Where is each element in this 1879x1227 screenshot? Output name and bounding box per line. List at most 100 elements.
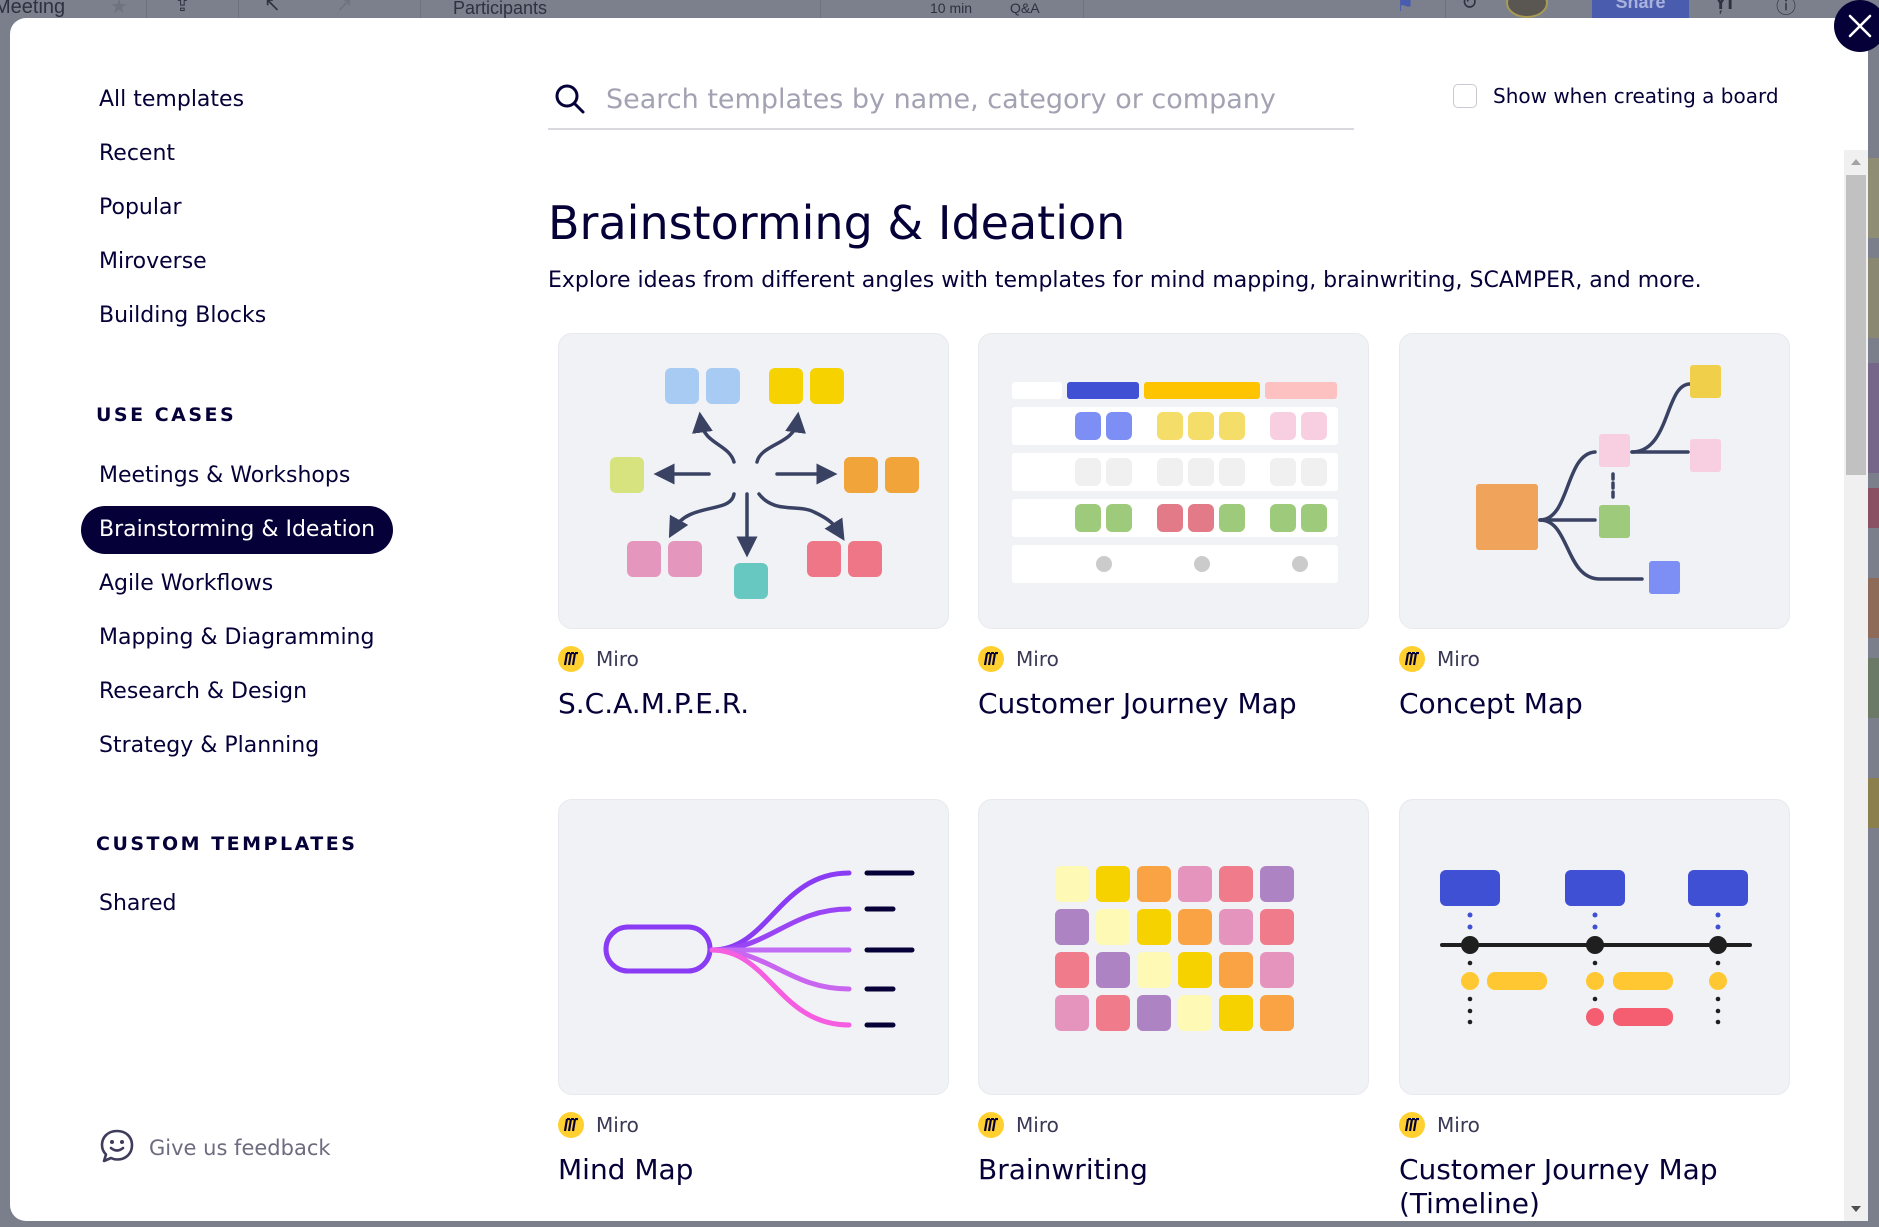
miro-logo-icon bbox=[978, 646, 1004, 672]
template-sidebar: All templates Recent Popular Miroverse B… bbox=[10, 18, 530, 1221]
sidebar-item-building-blocks[interactable]: Building Blocks bbox=[99, 298, 266, 334]
sticky-note bbox=[1137, 995, 1171, 1031]
template-author: Miro bbox=[558, 645, 949, 673]
sticky-note bbox=[1178, 952, 1212, 988]
sidebar-item-all-templates[interactable]: All templates bbox=[99, 82, 244, 118]
template-thumbnail[interactable] bbox=[558, 333, 949, 629]
template-card-brainwriting[interactable]: Miro Brainwriting bbox=[978, 799, 1369, 1187]
sticky-note bbox=[1219, 909, 1253, 945]
template-title[interactable]: Mind Map bbox=[558, 1153, 949, 1187]
sidebar-item-popular[interactable]: Popular bbox=[99, 190, 182, 226]
sticky-note bbox=[1137, 866, 1171, 902]
template-card-concept-map[interactable]: Miro Concept Map bbox=[1399, 333, 1790, 721]
sticky-note bbox=[1055, 995, 1089, 1031]
sidebar-item-meetings-workshops[interactable]: Meetings & Workshops bbox=[99, 458, 350, 494]
miro-logo-icon bbox=[1399, 1112, 1425, 1138]
sticky-note bbox=[1096, 995, 1130, 1031]
template-card-mind-map[interactable]: Miro Mind Map bbox=[558, 799, 949, 1187]
author-name: Miro bbox=[596, 647, 639, 671]
template-thumbnail[interactable] bbox=[558, 799, 949, 1095]
miro-logo-icon bbox=[558, 1112, 584, 1138]
author-name: Miro bbox=[596, 1113, 639, 1137]
scroll-down-arrow-icon[interactable] bbox=[1844, 1197, 1868, 1221]
sidebar-item-miroverse[interactable]: Miroverse bbox=[99, 244, 207, 280]
sticky-note bbox=[1055, 952, 1089, 988]
redo-icon: ↗ bbox=[336, 0, 353, 16]
sidebar-item-strategy-planning[interactable]: Strategy & Planning bbox=[99, 728, 319, 764]
sticky-note bbox=[1178, 909, 1212, 945]
show-when-creating-toggle[interactable]: Show when creating a board bbox=[1453, 84, 1779, 108]
show-when-creating-checkbox[interactable] bbox=[1453, 84, 1477, 108]
author-name: Miro bbox=[1016, 647, 1059, 671]
search-input[interactable] bbox=[606, 83, 1326, 115]
page-title: Brainstorming & Ideation bbox=[548, 196, 1126, 250]
undo-icon: ↖ bbox=[264, 0, 281, 16]
sidebar-item-agile-workflows[interactable]: Agile Workflows bbox=[99, 566, 273, 602]
author-name: Miro bbox=[1016, 1113, 1059, 1137]
sticky-note bbox=[1055, 866, 1089, 902]
template-title[interactable]: Brainwriting bbox=[978, 1153, 1369, 1187]
template-thumbnail[interactable] bbox=[1399, 799, 1790, 1095]
page-description: Explore ideas from different angles with… bbox=[548, 268, 1702, 293]
template-thumbnail[interactable] bbox=[1399, 333, 1790, 629]
sidebar-item-research-design[interactable]: Research & Design bbox=[99, 674, 307, 710]
sidebar-item-shared[interactable]: Shared bbox=[99, 886, 176, 922]
sticky-note bbox=[1178, 866, 1212, 902]
mind-map-illustration bbox=[603, 870, 915, 1028]
sticky-note bbox=[1137, 909, 1171, 945]
info-icon: ⓘ bbox=[1776, 0, 1796, 18]
sticky-note bbox=[1260, 995, 1294, 1031]
custom-templates-heading: CUSTOM TEMPLATES bbox=[96, 833, 358, 855]
share-button: Share bbox=[1592, 0, 1689, 18]
star-icon: ★ bbox=[110, 0, 128, 18]
template-title[interactable]: Concept Map bbox=[1399, 687, 1790, 721]
brainwriting-illustration bbox=[1055, 866, 1294, 1031]
feedback-smiley-icon bbox=[99, 1128, 135, 1168]
sticky-note bbox=[1137, 952, 1171, 988]
sticky-note bbox=[1096, 952, 1130, 988]
template-main: Show when creating a board Brainstorming… bbox=[548, 18, 1848, 1221]
template-title[interactable]: Customer Journey Map (Timeline) bbox=[1399, 1153, 1790, 1221]
close-icon bbox=[1848, 14, 1872, 38]
timer-label: 10 min bbox=[930, 0, 973, 16]
user-avatar bbox=[1506, 0, 1548, 18]
template-author: Miro bbox=[978, 645, 1369, 673]
sidebar-item-recent[interactable]: Recent bbox=[99, 136, 175, 172]
give-feedback-link[interactable]: Give us feedback bbox=[99, 1128, 331, 1168]
sticky-note bbox=[1055, 909, 1089, 945]
sticky-note bbox=[1096, 909, 1130, 945]
background-app-toolbar: Meeting ★ ⇪ ↖ ↗ Participants 10 min Q&A … bbox=[0, 0, 1879, 18]
author-name: Miro bbox=[1437, 1113, 1480, 1137]
template-title[interactable]: S.C.A.M.P.E.R. bbox=[558, 687, 949, 721]
template-card-scamper[interactable]: Miro S.C.A.M.P.E.R. bbox=[558, 333, 949, 721]
template-title[interactable]: Customer Journey Map bbox=[978, 687, 1369, 721]
use-cases-heading: USE CASES bbox=[96, 404, 237, 426]
reaction-icon: ⚑ bbox=[1396, 0, 1414, 16]
sticky-note bbox=[1260, 909, 1294, 945]
template-author: Miro bbox=[1399, 645, 1790, 673]
scamper-illustration bbox=[610, 368, 919, 599]
content-scrollbar[interactable] bbox=[1844, 150, 1868, 1221]
customer-journey-timeline-illustration bbox=[1440, 870, 1752, 1026]
search-icon bbox=[550, 79, 590, 119]
scrollbar-thumb[interactable] bbox=[1846, 175, 1866, 475]
settings-icon: Y᷊I bbox=[1714, 0, 1733, 14]
feedback-label: Give us feedback bbox=[149, 1136, 331, 1160]
customer-journey-map-illustration bbox=[1012, 382, 1338, 583]
template-thumbnail[interactable] bbox=[978, 333, 1369, 629]
sticky-note bbox=[1219, 866, 1253, 902]
template-thumbnail[interactable] bbox=[978, 799, 1369, 1095]
close-modal-button[interactable] bbox=[1834, 0, 1879, 52]
sticky-note bbox=[1219, 952, 1253, 988]
sidebar-item-brainstorming-ideation[interactable]: Brainstorming & Ideation bbox=[81, 506, 394, 554]
template-card-customer-journey-timeline[interactable]: Miro Customer Journey Map (Timeline) bbox=[1399, 799, 1790, 1221]
sticky-note bbox=[1260, 866, 1294, 902]
scroll-up-arrow-icon[interactable] bbox=[1844, 150, 1868, 174]
template-card-customer-journey-map[interactable]: Miro Customer Journey Map bbox=[978, 333, 1369, 721]
miro-logo-icon bbox=[1399, 646, 1425, 672]
sticky-note bbox=[1219, 995, 1253, 1031]
template-author: Miro bbox=[558, 1111, 949, 1139]
sidebar-item-mapping-diagramming[interactable]: Mapping & Diagramming bbox=[99, 620, 374, 656]
export-icon: ⇪ bbox=[174, 0, 191, 16]
sticky-note bbox=[1260, 952, 1294, 988]
